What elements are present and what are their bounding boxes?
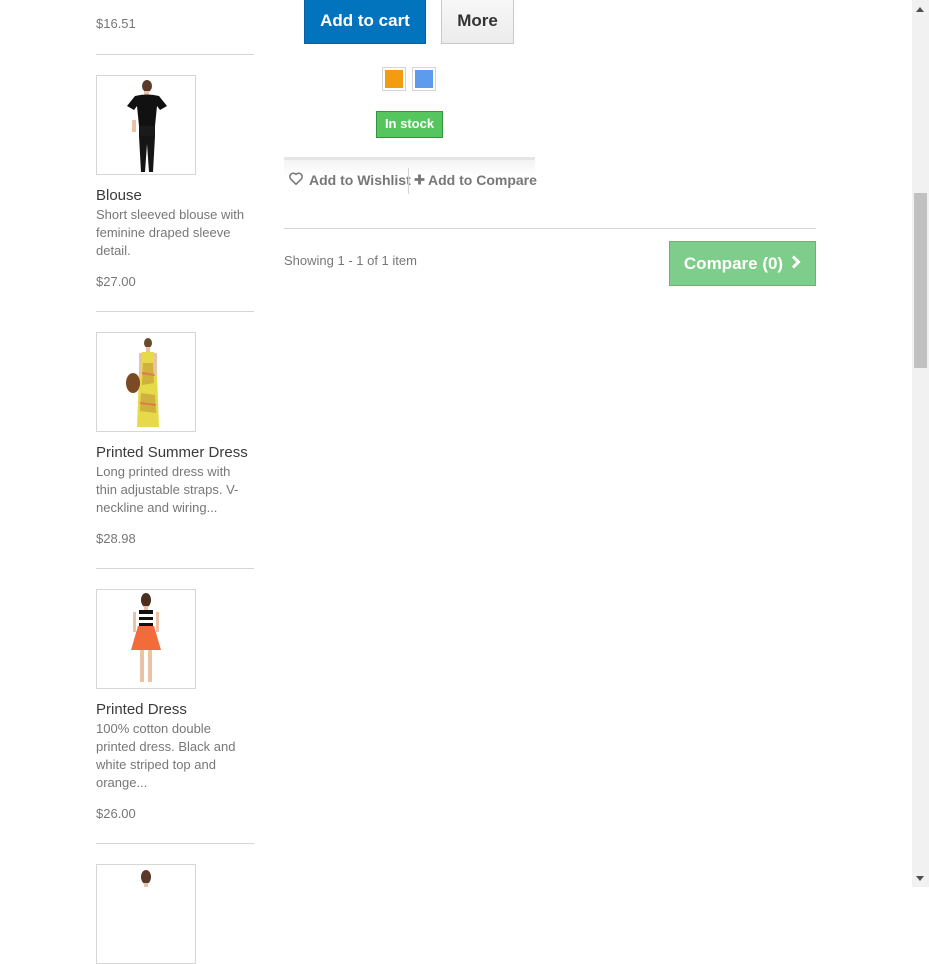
product-name[interactable]: Blouse — [96, 187, 254, 205]
product-name[interactable]: Printed Dress — [96, 701, 254, 719]
scroll-down-arrow-icon[interactable] — [916, 876, 924, 881]
heart-icon — [289, 172, 303, 188]
product-thumbnail[interactable] — [96, 864, 196, 964]
wishlist-label: Add to Wishlist — [309, 172, 411, 188]
product-price: $16.51 — [96, 16, 136, 31]
list-item: Printed Summer Dress Long printed dress … — [96, 332, 254, 546]
scroll-up-arrow-icon[interactable] — [916, 7, 924, 12]
add-to-compare-link[interactable]: Add to Compare — [414, 172, 537, 188]
divider — [96, 843, 254, 844]
list-item: Printed Dress 100% cotton double printed… — [96, 589, 254, 821]
add-to-wishlist-link[interactable]: Add to Wishlist — [289, 172, 411, 188]
compare-label: Add to Compare — [428, 172, 537, 188]
divider — [96, 311, 254, 312]
product-price: $28.98 — [96, 531, 136, 546]
product-thumbnail-blouse[interactable] — [96, 75, 196, 175]
scrollbar-track[interactable] — [912, 0, 929, 887]
chevron-right-icon — [791, 254, 801, 274]
add-to-cart-button[interactable]: Add to cart — [304, 0, 426, 44]
plus-icon — [414, 172, 425, 188]
list-item — [96, 864, 254, 964]
product-thumbnail-printed-dress[interactable] — [96, 589, 196, 689]
divider — [284, 228, 816, 229]
compare-button-label: Compare (0) — [683, 253, 784, 273]
divider — [96, 54, 254, 55]
product-name[interactable]: Printed Summer Dress — [96, 444, 254, 462]
color-swatch-blue[interactable] — [412, 67, 436, 91]
stock-badge: In stock — [376, 111, 443, 138]
product-price: $27.00 — [96, 274, 136, 289]
divider — [96, 568, 254, 569]
more-button[interactable]: More — [441, 0, 514, 44]
product-description: Long printed dress with thin adjustable … — [96, 464, 239, 515]
list-item: Blouse Short sleeved blouse with feminin… — [96, 75, 254, 289]
product-thumbnail-printed-summer-dress[interactable] — [96, 332, 196, 432]
pagination-summary: Showing 1 - 1 of 1 item — [284, 253, 417, 268]
product-description: 100% cotton double printed dress. Black … — [96, 721, 236, 790]
color-swatch-orange[interactable] — [382, 67, 406, 91]
compare-button[interactable]: Compare (0) — [669, 241, 816, 286]
scrollbar-thumb[interactable] — [914, 193, 927, 368]
product-description: Short sleeved blouse with feminine drape… — [96, 207, 245, 258]
divider — [408, 168, 409, 194]
product-price: $26.00 — [96, 806, 136, 821]
